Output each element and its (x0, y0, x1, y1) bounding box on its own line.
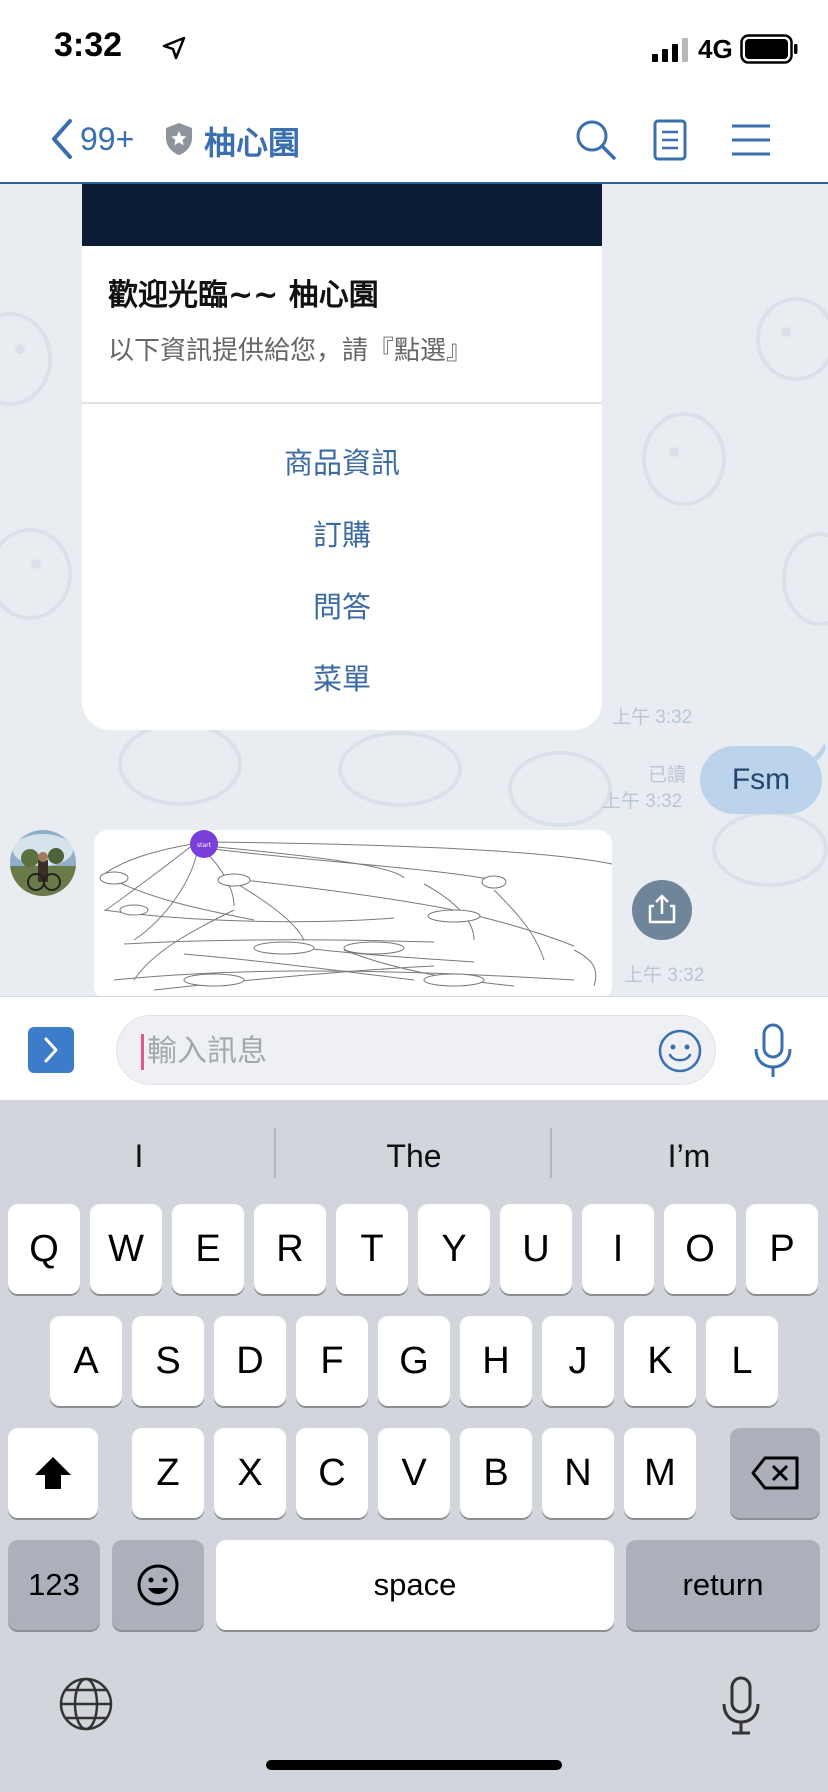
key-z[interactable]: Z (132, 1428, 204, 1518)
emoji-key[interactable] (112, 1540, 204, 1630)
background-mascot-icon (0, 312, 52, 406)
background-mascot-icon (782, 532, 828, 626)
space-key[interactable]: space (216, 1540, 614, 1630)
numbers-key[interactable]: 123 (8, 1540, 100, 1630)
read-receipt: 已讀 (648, 765, 687, 786)
key-o[interactable]: O (664, 1204, 736, 1294)
my-message-bubble[interactable]: Fsm (700, 746, 822, 814)
background-mascot-icon (338, 731, 462, 807)
key-t[interactable]: T (336, 1204, 408, 1294)
key-g[interactable]: G (378, 1316, 450, 1406)
emoji-face-icon (137, 1564, 179, 1606)
backspace-icon (751, 1456, 799, 1490)
keyboard: I The I’m Q W E R T Y U I O P A S D F G … (0, 1100, 828, 1792)
share-icon (648, 894, 676, 924)
suggestion-2[interactable]: The (277, 1124, 551, 1188)
location-arrow-icon (162, 36, 186, 60)
order-button[interactable]: 訂購 (82, 512, 602, 554)
chevron-right-icon (44, 1037, 58, 1063)
return-key[interactable]: return (626, 1540, 820, 1630)
key-p[interactable]: P (746, 1204, 818, 1294)
key-s[interactable]: S (132, 1316, 204, 1406)
key-w[interactable]: W (90, 1204, 162, 1294)
key-b[interactable]: B (460, 1428, 532, 1518)
avatar-photo-icon (10, 830, 76, 896)
card-banner-image (82, 184, 602, 246)
home-indicator (266, 1760, 562, 1770)
shift-key[interactable] (8, 1428, 98, 1518)
key-l[interactable]: L (706, 1316, 778, 1406)
background-mascot-icon (0, 528, 72, 620)
menu-icon[interactable] (728, 118, 774, 162)
globe-icon[interactable] (58, 1676, 114, 1732)
background-mascot-icon (712, 811, 828, 887)
suggestion-1[interactable]: I (2, 1124, 276, 1188)
back-button[interactable]: 99+ (48, 114, 134, 164)
background-mascot-icon (642, 412, 726, 506)
microphone-icon[interactable] (752, 1023, 794, 1079)
key-r[interactable]: R (254, 1204, 326, 1294)
status-bar: 3:32 4G (0, 0, 828, 96)
key-m[interactable]: M (624, 1428, 696, 1518)
suggestion-3[interactable]: I’m (552, 1124, 826, 1188)
key-y[interactable]: Y (418, 1204, 490, 1294)
start-node-label: start (197, 842, 212, 849)
unread-count: 99+ (80, 120, 135, 157)
product-info-button[interactable]: 商品資訊 (82, 440, 602, 482)
welcome-card: 歡迎光臨~~ 柚心園 以下資訊提供給您，請『點選』 商品資訊 訂購 問答 菜單 (82, 184, 602, 730)
key-x[interactable]: X (214, 1428, 286, 1518)
notes-icon[interactable] (648, 118, 692, 162)
menu-button[interactable]: 菜單 (82, 656, 602, 698)
status-time: 3:32 (54, 26, 123, 64)
key-q[interactable]: Q (8, 1204, 80, 1294)
network-type: 4G (698, 34, 733, 64)
image-message[interactable]: start (94, 830, 612, 996)
key-c[interactable]: C (296, 1428, 368, 1518)
fsm-diagram-image: start (94, 830, 612, 996)
search-icon[interactable] (574, 118, 618, 162)
key-d[interactable]: D (214, 1316, 286, 1406)
message-input-bar (0, 996, 828, 1100)
key-f[interactable]: F (296, 1316, 368, 1406)
chat-area[interactable]: 歡迎光臨~~ 柚心園 以下資訊提供給您，請『點選』 商品資訊 訂購 問答 菜單 … (0, 184, 828, 996)
message-input[interactable] (147, 1032, 627, 1070)
chat-title: 柚心園 (204, 124, 301, 162)
key-k[interactable]: K (624, 1316, 696, 1406)
key-h[interactable]: H (460, 1316, 532, 1406)
key-v[interactable]: V (378, 1428, 450, 1518)
key-a[interactable]: A (50, 1316, 122, 1406)
card-divider (82, 402, 602, 404)
battery-icon (740, 34, 798, 64)
key-n[interactable]: N (542, 1428, 614, 1518)
message-input-container[interactable] (116, 1015, 716, 1085)
expand-menu-button[interactable] (28, 1027, 74, 1073)
key-e[interactable]: E (172, 1204, 244, 1294)
background-mascot-icon (756, 297, 828, 381)
chat-header: 99+ 柚心園 (0, 96, 828, 184)
dictation-mic-icon[interactable] (720, 1676, 762, 1736)
qa-button[interactable]: 問答 (82, 584, 602, 626)
cellular-signal-icon (652, 38, 688, 62)
delete-key[interactable] (730, 1428, 820, 1518)
official-account-shield-icon (166, 123, 192, 155)
card-timestamp: 上午 3:32 (612, 707, 693, 728)
image-message-timestamp: 上午 3:32 (624, 965, 705, 986)
card-subtitle: 以下資訊提供給您，請『點選』 (108, 336, 473, 366)
text-cursor (141, 1034, 144, 1070)
chevron-left-icon (52, 119, 72, 159)
my-message-timestamp: 上午 3:32 (602, 791, 683, 812)
key-j[interactable]: J (542, 1316, 614, 1406)
emoji-icon[interactable] (657, 1028, 703, 1074)
suggestion-divider (274, 1128, 276, 1178)
share-button[interactable] (632, 880, 692, 940)
shift-arrow-icon (35, 1457, 71, 1489)
sender-avatar[interactable] (10, 830, 76, 896)
key-i[interactable]: I (582, 1204, 654, 1294)
card-title: 歡迎光臨~~ 柚心園 (108, 278, 379, 313)
key-u[interactable]: U (500, 1204, 572, 1294)
